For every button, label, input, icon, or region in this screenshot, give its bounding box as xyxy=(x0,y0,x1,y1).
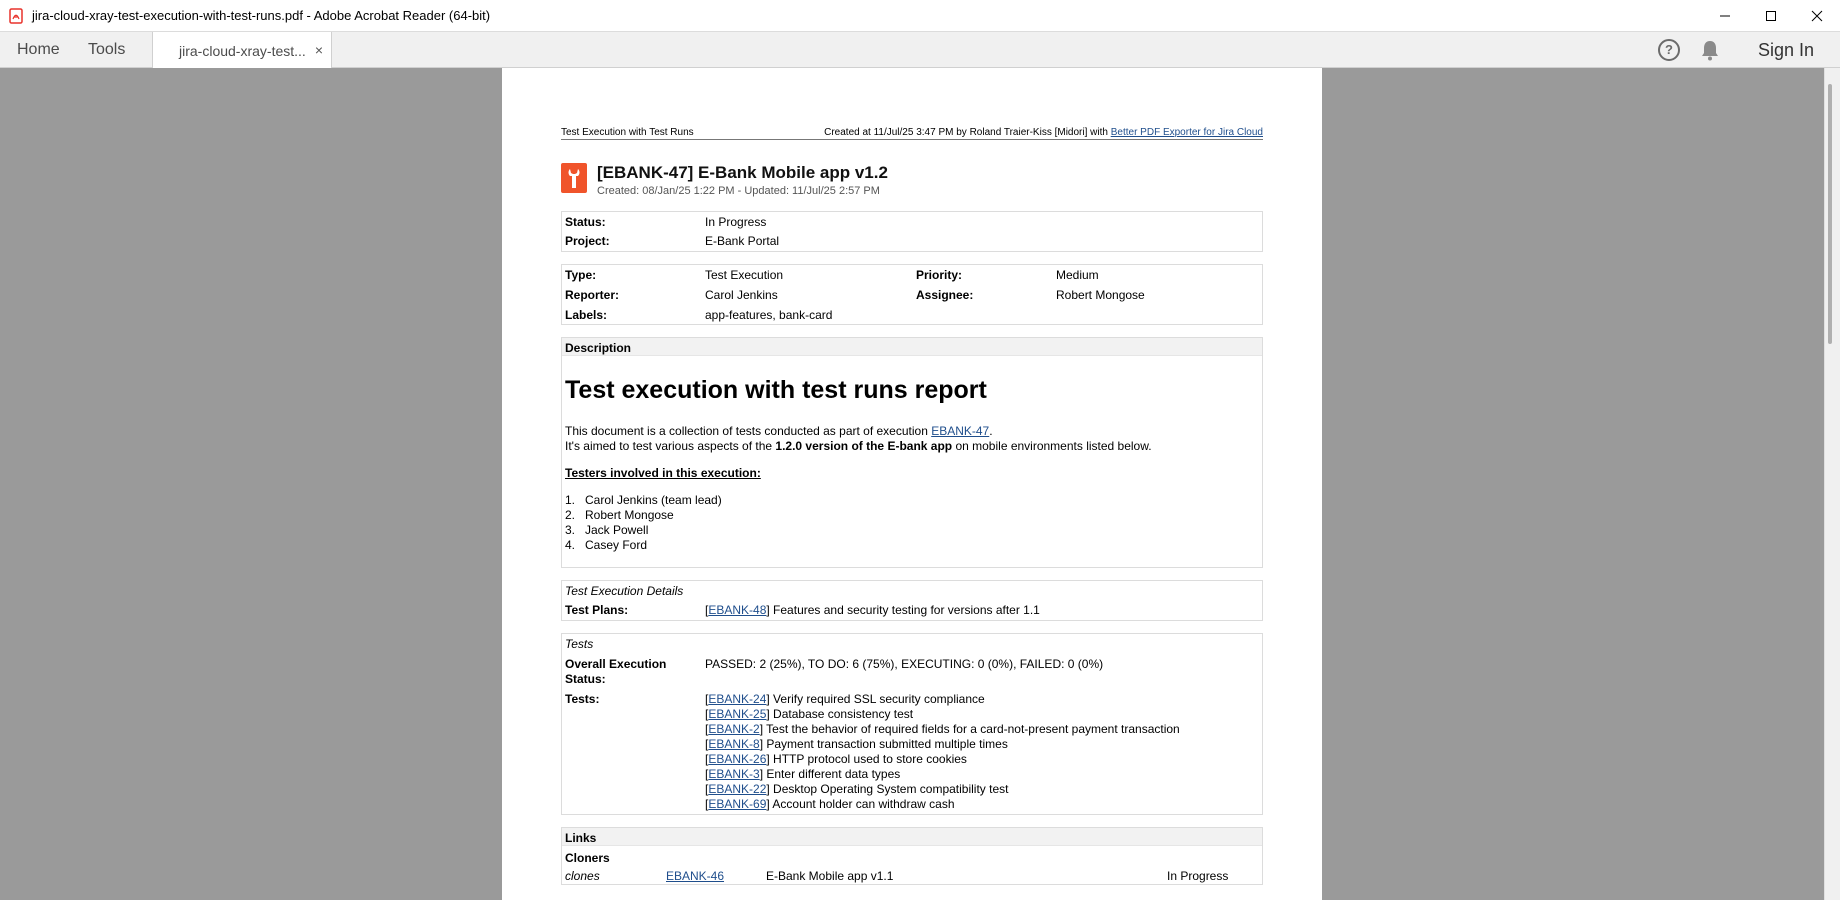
wrench-icon xyxy=(561,163,587,193)
tests-box: Tests Overall Execution Status: PASSED: … xyxy=(561,633,1263,815)
list-item: [EBANK-24] Verify required SSL security … xyxy=(705,692,985,706)
assignee-label: Assignee: xyxy=(916,288,974,302)
link-status: In Progress xyxy=(1167,869,1229,883)
priority-value: Medium xyxy=(1056,268,1099,282)
close-tab-icon[interactable]: × xyxy=(315,42,323,58)
list-item: 2. Robert Mongose xyxy=(565,508,674,522)
type-value: Test Execution xyxy=(705,268,784,282)
labels-value: app-features, bank-card xyxy=(705,308,833,322)
test-plans-value: [EBANK-48] Features and security testing… xyxy=(705,603,1040,617)
ebank-46-link[interactable]: EBANK-46 xyxy=(666,869,724,883)
minimize-button[interactable] xyxy=(1702,0,1748,31)
test-execution-details-box: Test Execution Details Test Plans: [EBAN… xyxy=(561,580,1263,621)
testers-list: 1. Carol Jenkins (team lead) 2. Robert Mon… xyxy=(565,493,722,553)
tests-heading: Tests xyxy=(565,637,594,651)
list-item: [EBANK-25] Database consistency test xyxy=(705,707,914,721)
test-link[interactable]: EBANK-2 xyxy=(708,722,759,736)
test-link[interactable]: EBANK-24 xyxy=(708,692,766,706)
list-item: [EBANK-8] Payment transaction submitted … xyxy=(705,737,1008,751)
labels-label: Labels: xyxy=(565,308,608,322)
tab-tools[interactable]: Tools xyxy=(88,32,125,68)
list-item: [EBANK-22] Desktop Operating System comp… xyxy=(705,782,1009,796)
pdf-page: Test Execution with Test Runs Created at… xyxy=(502,68,1322,900)
list-item: 3. Jack Powell xyxy=(565,523,649,537)
window-title: jira-cloud-xray-test-execution-with-test… xyxy=(32,8,491,23)
test-link[interactable]: EBANK-8 xyxy=(708,737,759,751)
exporter-link[interactable]: Better PDF Exporter for Jira Cloud xyxy=(1111,127,1263,138)
type-label: Type: xyxy=(565,268,597,282)
sign-in-button[interactable]: Sign In xyxy=(1758,40,1814,61)
close-icon xyxy=(1811,10,1823,21)
tab-document[interactable]: jira-cloud-xray-test... × xyxy=(152,32,332,69)
test-link[interactable]: EBANK-22 xyxy=(708,782,766,796)
description-line-2: It's aimed to test various aspects of th… xyxy=(565,439,1152,453)
pdf-icon xyxy=(9,7,23,24)
cloners-heading: Cloners xyxy=(565,851,610,865)
test-link[interactable]: EBANK-25 xyxy=(708,707,766,721)
test-plans-label: Test Plans: xyxy=(565,603,629,617)
list-item: [EBANK-3] Enter different data types xyxy=(705,767,901,781)
reporter-value: Carol Jenkins xyxy=(705,288,778,302)
project-value: E-Bank Portal xyxy=(705,234,780,248)
status-label: Status: xyxy=(565,215,606,229)
header-left: Test Execution with Test Runs xyxy=(561,127,694,138)
minimize-icon xyxy=(1720,15,1730,16)
issue-title: [EBANK-47] E-Bank Mobile app v1.2 xyxy=(597,163,888,182)
description-heading: Description xyxy=(562,338,1262,356)
priority-label: Priority: xyxy=(916,268,963,282)
link-summary: E-Bank Mobile app v1.1 xyxy=(766,869,894,883)
issue-header: [EBANK-47] E-Bank Mobile app v1.2 Create… xyxy=(561,163,1263,199)
list-item: [EBANK-69] Account holder can withdraw c… xyxy=(705,797,955,811)
fields-box: Type: Test Execution Priority: Medium Re… xyxy=(561,264,1263,325)
ted-heading: Test Execution Details xyxy=(565,584,684,598)
ebank-48-link[interactable]: EBANK-48 xyxy=(708,603,766,617)
assignee-value: Robert Mongose xyxy=(1056,288,1145,302)
list-item: [EBANK-26] HTTP protocol used to store c… xyxy=(705,752,967,766)
page-header: Test Execution with Test Runs Created at… xyxy=(561,125,1263,140)
ebank-47-link[interactable]: EBANK-47 xyxy=(931,424,989,438)
scrollbar-thumb[interactable] xyxy=(1828,84,1832,344)
help-icon[interactable]: ? xyxy=(1657,39,1680,61)
links-box: Links Cloners clones EBANK-46 E-Bank Mob… xyxy=(561,827,1263,885)
header-right: Created at 11/Jul/25 3:47 PM by Roland T… xyxy=(824,127,1263,138)
tab-document-label: jira-cloud-xray-test... xyxy=(179,42,306,59)
maximize-icon xyxy=(1766,10,1776,21)
test-link[interactable]: EBANK-26 xyxy=(708,752,766,766)
status-box: Status: In Progress Project: E-Bank Port… xyxy=(561,211,1263,252)
description-title: Test execution with test runs report xyxy=(565,376,987,404)
tab-home[interactable]: Home xyxy=(17,32,60,68)
links-heading: Links xyxy=(562,828,1262,846)
test-link[interactable]: EBANK-69 xyxy=(708,797,766,811)
project-label: Project: xyxy=(565,234,610,248)
link-relation: clones xyxy=(565,869,600,883)
vertical-scrollbar[interactable] xyxy=(1824,68,1840,900)
document-workspace: Test Execution with Test Runs Created at… xyxy=(0,68,1840,900)
title-bar: jira-cloud-xray-test-execution-with-test… xyxy=(0,0,1840,31)
testers-heading: Testers involved in this execution: xyxy=(565,466,761,480)
list-item: 1. Carol Jenkins (team lead) xyxy=(565,493,722,507)
description-box: Description Test execution with test run… xyxy=(561,337,1263,568)
tests-list: [EBANK-24] Verify required SSL security … xyxy=(705,692,1180,812)
list-item: 4. Casey Ford xyxy=(565,538,648,552)
tests-label: Tests: xyxy=(565,692,600,706)
reporter-label: Reporter: xyxy=(565,288,620,302)
tab-bar: Home Tools jira-cloud-xray-test... × ? S… xyxy=(0,31,1840,69)
description-line-1: This document is a collection of tests c… xyxy=(565,424,993,438)
close-window-button[interactable] xyxy=(1794,0,1840,31)
test-link[interactable]: EBANK-3 xyxy=(708,767,759,781)
link-row: clones EBANK-46 E-Bank Mobile app v1.1 I… xyxy=(565,869,1255,887)
maximize-button[interactable] xyxy=(1748,0,1794,31)
overall-status-label: Overall Execution Status: xyxy=(565,657,667,686)
bell-icon[interactable] xyxy=(1700,39,1720,61)
issue-dates: Created: 08/Jan/25 1:22 PM - Updated: 11… xyxy=(597,185,880,197)
list-item: [EBANK-2] Test the behavior of required … xyxy=(705,722,1180,736)
status-value: In Progress xyxy=(705,215,767,229)
overall-status-value: PASSED: 2 (25%), TO DO: 6 (75%), EXECUTI… xyxy=(705,657,1104,671)
